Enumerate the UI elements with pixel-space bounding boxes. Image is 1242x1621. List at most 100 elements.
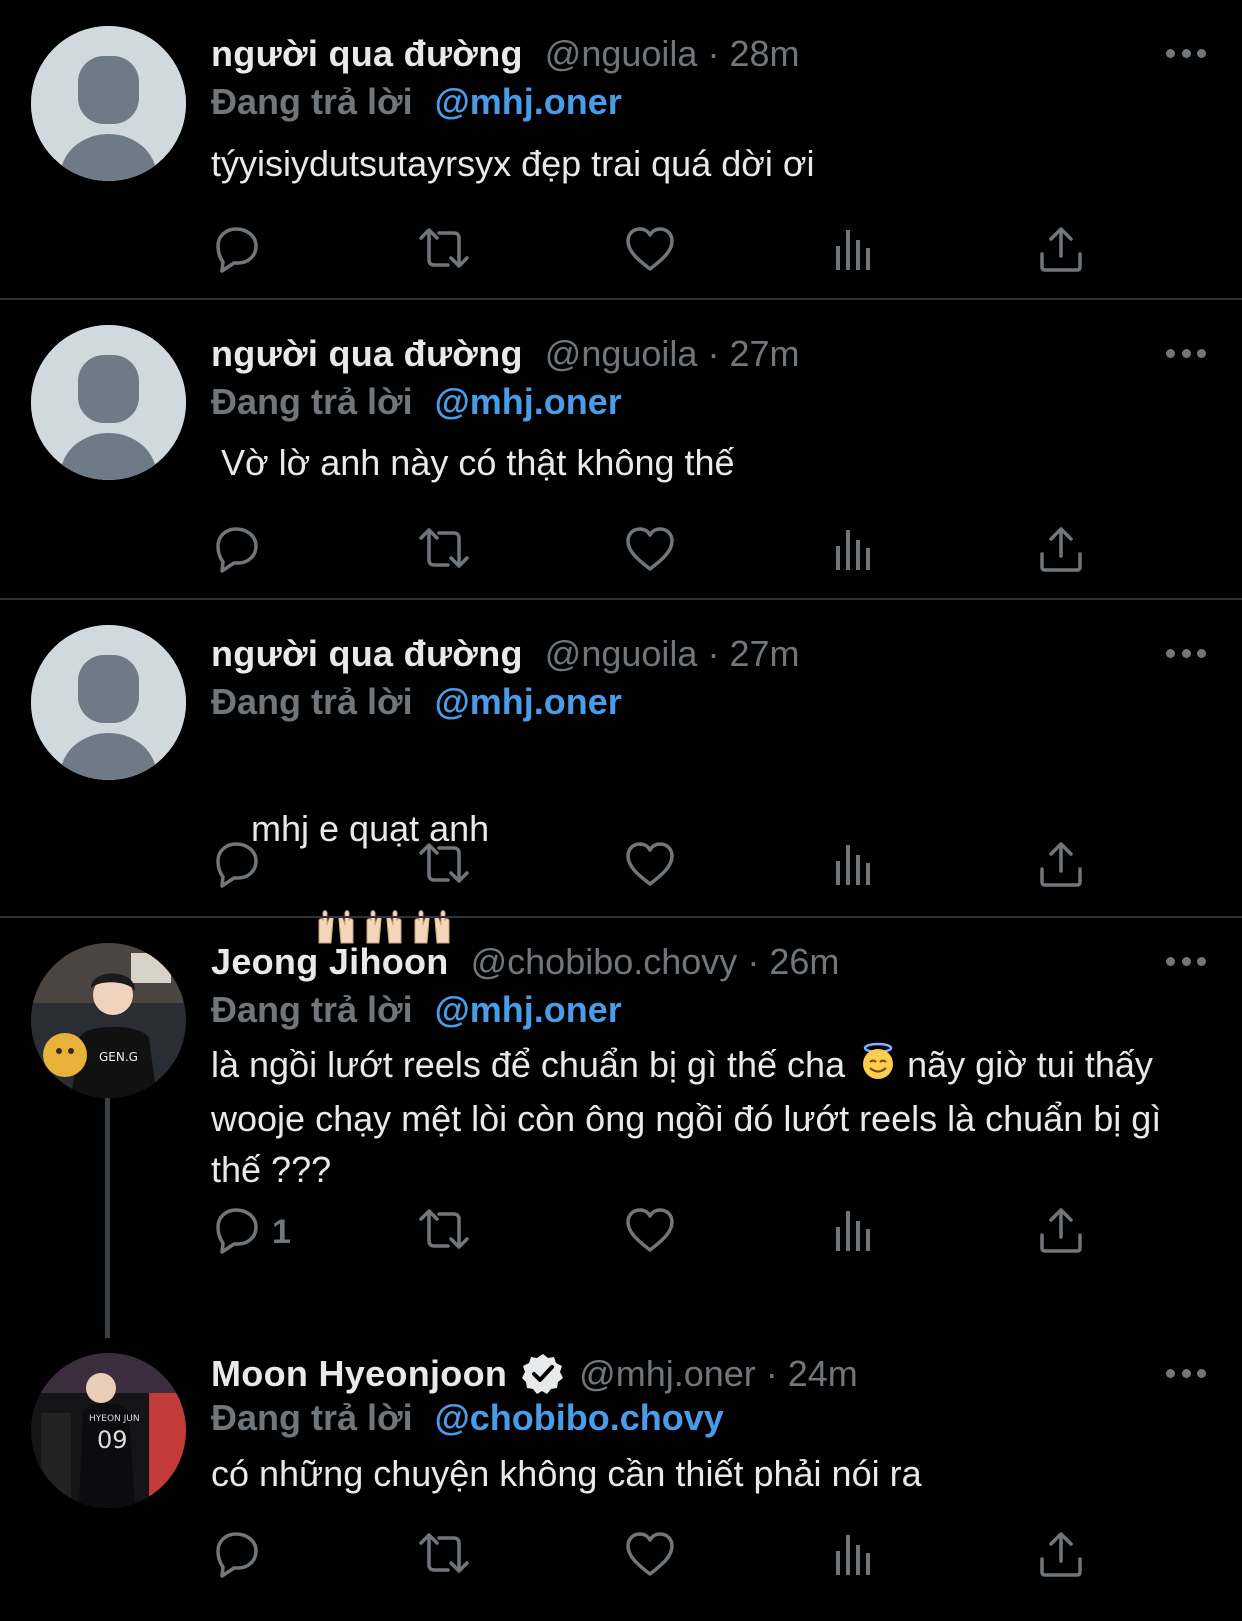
- retweet-button[interactable]: [415, 836, 473, 896]
- retweet-button[interactable]: [415, 521, 473, 581]
- reply-label: Đang trả lời: [211, 681, 413, 722]
- display-name[interactable]: người qua đường: [211, 332, 523, 376]
- user-photo: GEN.G: [31, 943, 186, 1098]
- user-handle[interactable]: @mhj.oner: [579, 1352, 756, 1396]
- reply-handle-link[interactable]: @mhj.oner: [435, 681, 622, 722]
- share-button[interactable]: [1034, 221, 1088, 281]
- tweet-text: có những chuyện không cần thiết phải nói…: [211, 1453, 922, 1494]
- tweet-header: Moon Hyeonjoon @mhj.oner · 24m: [211, 1352, 858, 1396]
- like-icon: [626, 1208, 674, 1252]
- reply-context: Đang trả lời @chobibo.chovy: [211, 1396, 724, 1440]
- avatar[interactable]: [31, 325, 186, 480]
- reply-button[interactable]: [210, 221, 264, 281]
- avatar[interactable]: GEN.G: [31, 943, 186, 1098]
- action-bar: [0, 521, 1242, 581]
- reply-icon: [216, 1532, 258, 1578]
- separator: ·: [707, 33, 720, 74]
- reply-context: Đang trả lời @mhj.oner: [211, 988, 622, 1032]
- action-bar: [0, 1526, 1242, 1586]
- separator: ·: [707, 333, 720, 374]
- like-button[interactable]: [623, 836, 677, 896]
- reply-button[interactable]: 1: [210, 1202, 291, 1262]
- user-handle[interactable]: @nguoila: [545, 332, 698, 376]
- tweet-header: Jeong Jihoon @chobibo.chovy · 26m: [211, 940, 839, 984]
- reply-context: Đang trả lời @mhj.oner: [211, 680, 622, 724]
- retweet-icon: [419, 843, 469, 883]
- default-avatar-icon: [31, 325, 186, 480]
- separator: ·: [747, 941, 760, 982]
- timestamp[interactable]: 24m: [788, 1352, 858, 1396]
- tweet-header: người qua đường @nguoila · 27m: [211, 332, 799, 376]
- views-button[interactable]: [830, 1526, 876, 1586]
- svg-text:GEN.G: GEN.G: [99, 1050, 138, 1064]
- views-button[interactable]: [830, 221, 876, 281]
- more-icon[interactable]: [1166, 955, 1206, 967]
- reply-label: Đang trả lời: [211, 989, 413, 1030]
- user-photo: HYEON JUN 09: [31, 1353, 186, 1508]
- reply-button[interactable]: [210, 1526, 264, 1586]
- timestamp[interactable]: 27m: [729, 632, 799, 676]
- timestamp[interactable]: 28m: [729, 32, 799, 76]
- display-name[interactable]: người qua đường: [211, 632, 523, 676]
- like-icon: [626, 1532, 674, 1576]
- like-button[interactable]: [623, 1526, 677, 1586]
- more-icon[interactable]: [1166, 647, 1206, 659]
- reply-context: Đang trả lời @mhj.oner: [211, 80, 622, 124]
- more-icon[interactable]: [1166, 347, 1206, 359]
- avatar[interactable]: [31, 26, 186, 181]
- display-name[interactable]: Moon Hyeonjoon: [211, 1352, 507, 1396]
- reply-icon: [216, 527, 258, 573]
- tweet-text-part: là ngồi lướt reels để chuẩn bị gì thế ch…: [211, 1044, 846, 1085]
- reply-label: Đang trả lời: [211, 381, 413, 422]
- separator: ·: [765, 1353, 778, 1394]
- share-icon: [1040, 227, 1082, 272]
- reply-count: 1: [272, 1212, 291, 1251]
- reply-handle-link[interactable]: @chobibo.chovy: [435, 1397, 724, 1438]
- user-handle[interactable]: @nguoila: [545, 632, 698, 676]
- retweet-button[interactable]: [415, 221, 473, 281]
- retweet-icon: [419, 228, 469, 268]
- user-handle[interactable]: @nguoila: [545, 32, 698, 76]
- retweet-button[interactable]: [415, 1202, 473, 1262]
- views-button[interactable]: [830, 521, 876, 581]
- share-button[interactable]: [1034, 1202, 1088, 1262]
- svg-text:HYEON JUN: HYEON JUN: [89, 1414, 140, 1424]
- share-button[interactable]: [1034, 521, 1088, 581]
- reply-handle-link[interactable]: @mhj.oner: [435, 81, 622, 122]
- timestamp[interactable]: 27m: [729, 332, 799, 376]
- separator: ·: [707, 633, 720, 674]
- avatar[interactable]: HYEON JUN 09: [31, 1353, 186, 1508]
- default-avatar-icon: [31, 26, 186, 181]
- user-handle[interactable]: @chobibo.chovy: [471, 940, 738, 984]
- share-icon: [1040, 842, 1082, 887]
- retweet-icon: [419, 528, 469, 568]
- more-icon[interactable]: [1166, 47, 1206, 59]
- display-name[interactable]: Jeong Jihoon: [211, 940, 449, 984]
- reply-handle-link[interactable]: @mhj.oner: [435, 989, 622, 1030]
- tweet-header: người qua đường @nguoila · 27m: [211, 632, 799, 676]
- like-button[interactable]: [623, 521, 677, 581]
- smiling-face-with-halo-emoji: [859, 1042, 897, 1093]
- reply-handle-link[interactable]: @mhj.oner: [435, 381, 622, 422]
- tweet-text: là ngồi lướt reels để chuẩn bị gì thế ch…: [211, 1039, 1211, 1195]
- more-icon[interactable]: [1166, 1367, 1206, 1379]
- views-button[interactable]: [830, 1202, 876, 1262]
- reply-label: Đang trả lời: [211, 1397, 413, 1438]
- avatar[interactable]: [31, 625, 186, 780]
- share-button[interactable]: [1034, 1526, 1088, 1586]
- like-button[interactable]: [623, 1202, 677, 1262]
- share-icon: [1040, 1208, 1082, 1253]
- timestamp[interactable]: 26m: [769, 940, 839, 984]
- action-bar: [0, 836, 1242, 896]
- display-name[interactable]: người qua đường: [211, 32, 523, 76]
- tweet-text: Vờ lờ anh này có thật không thế: [211, 442, 735, 483]
- reply-label: Đang trả lời: [211, 81, 413, 122]
- share-button[interactable]: [1034, 836, 1088, 896]
- retweet-button[interactable]: [415, 1526, 473, 1586]
- reply-button[interactable]: [210, 521, 264, 581]
- views-button[interactable]: [830, 836, 876, 896]
- like-button[interactable]: [623, 221, 677, 281]
- views-icon: [836, 530, 870, 570]
- reply-button[interactable]: [210, 836, 264, 896]
- divider: [0, 916, 1242, 918]
